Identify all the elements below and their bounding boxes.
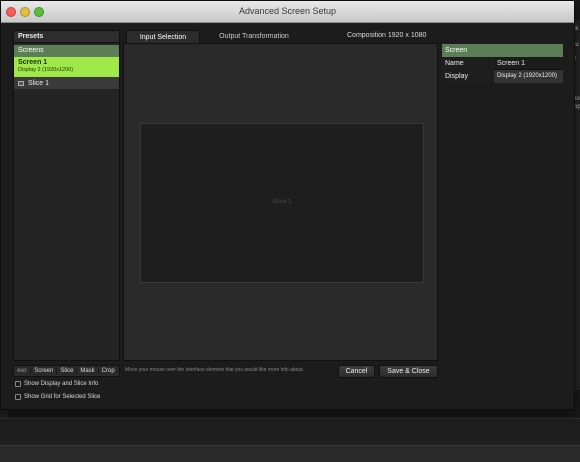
info-text: Move your mouse over the interface eleme… <box>125 367 304 373</box>
slice-name: Slice 1 <box>28 79 50 87</box>
screen-display: Display 2 (1920x1200) <box>18 67 74 73</box>
window-title: Advanced Screen Setup <box>238 6 337 16</box>
screens-section-header: Screens <box>14 45 119 57</box>
show-grid-option[interactable]: Show Grid for Selected Slice <box>15 394 100 400</box>
inspector-row-display: Display Display 2 (1920x1200) <box>442 69 563 83</box>
background-app-bottom <box>0 418 580 462</box>
inspector-header: Screen <box>442 44 563 57</box>
show-grid-checkbox[interactable] <box>15 394 21 400</box>
save-close-button[interactable]: Save & Close <box>379 365 438 378</box>
tab-input-selection[interactable]: Input Selection <box>126 30 200 44</box>
show-display-info-option[interactable]: Show Display and Slice Info <box>15 381 98 387</box>
add-bar: Add: Screen Slice Mask Crop <box>13 365 120 377</box>
tab-output-transformation[interactable]: Output Transformation <box>206 30 302 44</box>
screen-name: Screen 1 <box>18 59 48 66</box>
show-display-info-checkbox[interactable] <box>15 381 21 387</box>
add-slice-button[interactable]: Slice <box>56 368 76 374</box>
background-status-strip <box>0 445 580 462</box>
composition-canvas[interactable]: Slice 1 <box>140 123 424 283</box>
input-selection-area: Slice 1 <box>123 43 438 361</box>
composition-label: Composition 1920 x 1080 <box>347 32 427 39</box>
slice-icon <box>18 80 24 86</box>
inspector-row-name: Name Screen 1 <box>442 56 563 70</box>
title-bar[interactable]: Advanced Screen Setup <box>1 1 574 23</box>
add-screen-button[interactable]: Screen <box>30 368 56 374</box>
add-mask-button[interactable]: Mask <box>76 368 97 374</box>
screen-list-item[interactable]: Screen 1 Display 2 (1920x1200) <box>14 57 119 77</box>
show-grid-label: Show Grid for Selected Slice <box>24 394 101 400</box>
inspector-display-key: Display <box>442 69 494 83</box>
inspector-name-field[interactable]: Screen 1 <box>494 57 563 70</box>
inspector-display-select[interactable]: Display 2 (1920x1200) <box>494 69 563 83</box>
screen-inspector: Screen Name Screen 1 Display Display 2 (… <box>442 44 563 86</box>
slice-list-item[interactable]: Slice 1 <box>14 77 119 89</box>
presets-panel: Presets Screens Screen 1 Display 2 (1920… <box>13 30 120 361</box>
advanced-screen-setup-window: Advanced Screen Setup Presets Screens Sc… <box>0 0 575 410</box>
show-display-info-label: Show Display and Slice Info <box>24 381 99 387</box>
add-label: Add: <box>17 368 28 374</box>
add-crop-button[interactable]: Crop <box>97 368 118 374</box>
inspector-name-key: Name <box>442 56 494 70</box>
cancel-button[interactable]: Cancel <box>338 365 375 378</box>
canvas-slice-label: Slice 1 <box>272 199 292 205</box>
presets-header: Presets <box>14 31 119 43</box>
